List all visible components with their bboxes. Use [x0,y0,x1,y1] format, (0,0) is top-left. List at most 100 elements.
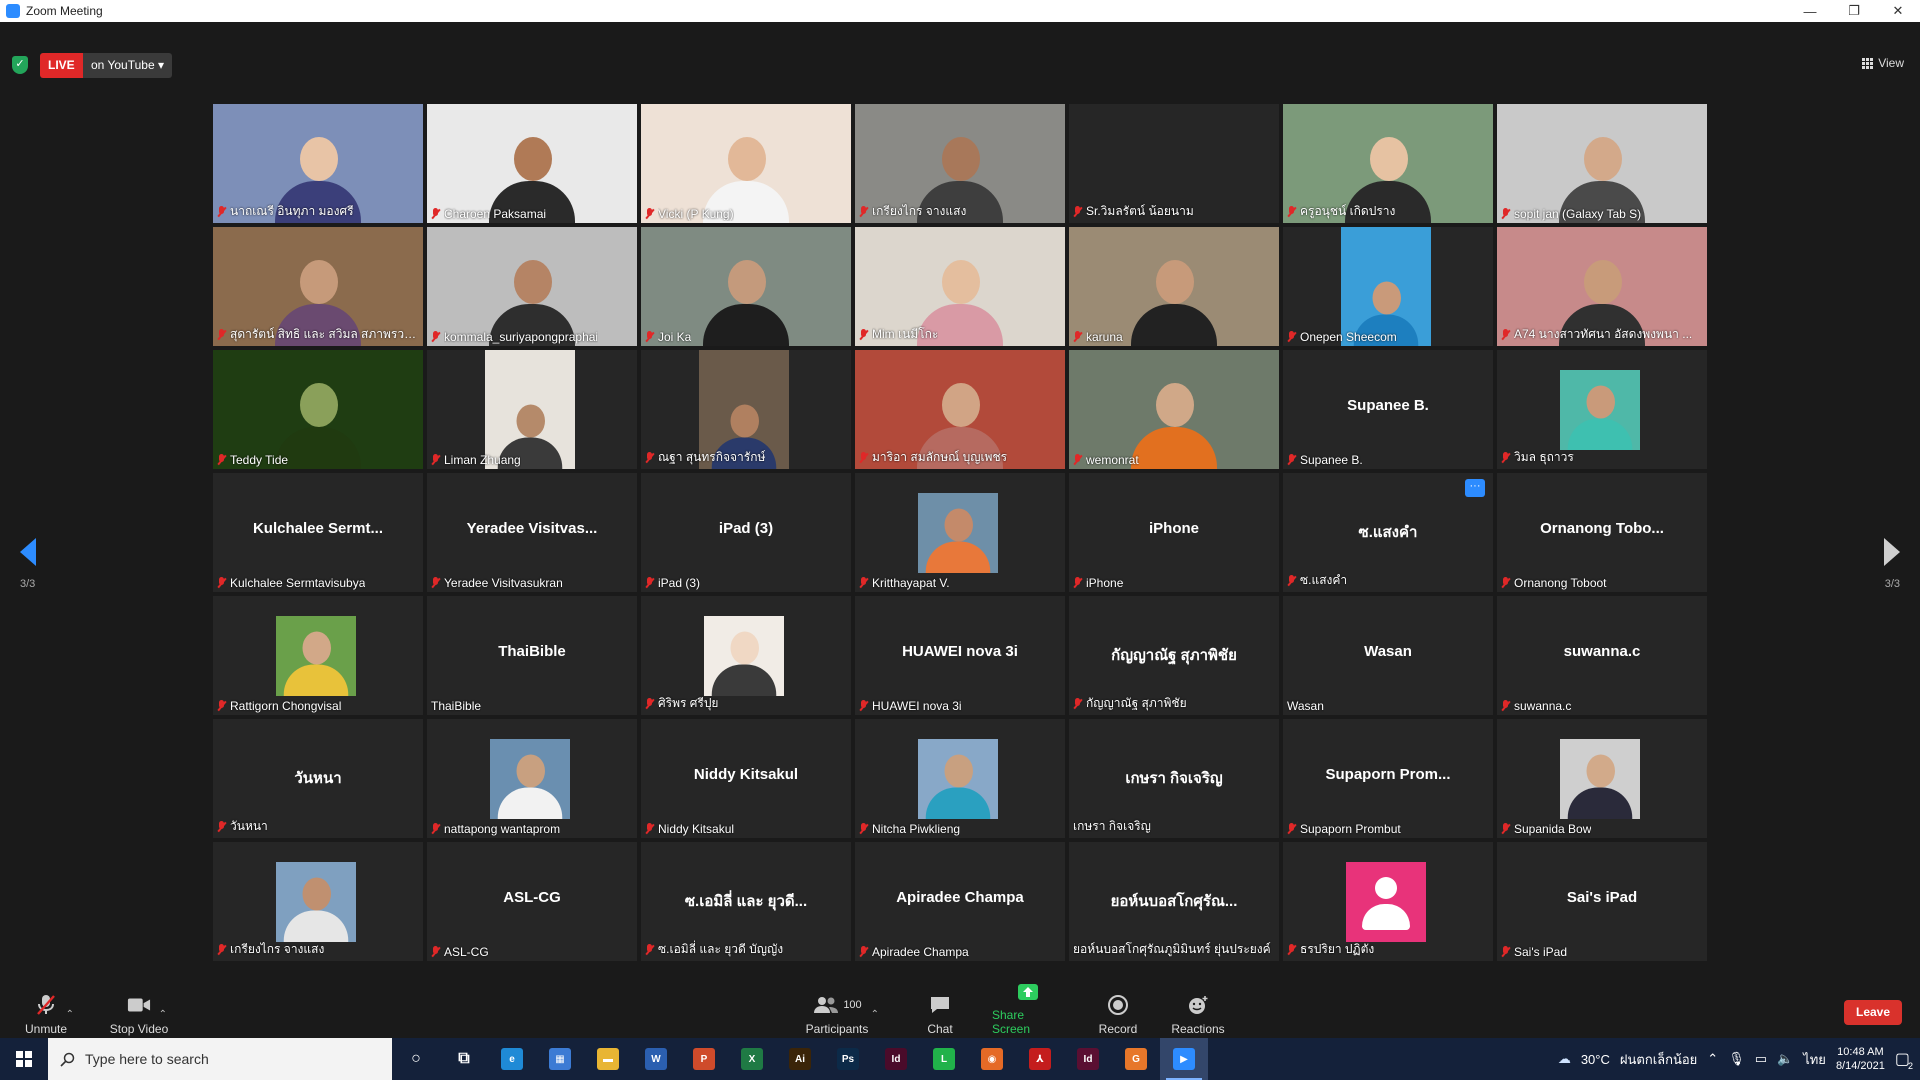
file-explorer-icon[interactable]: ▬ [584,1038,632,1080]
photoshop-icon[interactable]: Ps [824,1038,872,1080]
participant-tile[interactable]: ยอห์นบอสโกศุรัณ... ยอห์นบอสโกศุรัณภูมิมิน… [1069,842,1279,961]
close-button[interactable]: ✕ [1876,0,1920,22]
gfonts-icon[interactable]: G [1112,1038,1160,1080]
input-language[interactable]: ไทย [1803,1049,1826,1070]
weather-cloud-icon[interactable]: ☁ [1558,1051,1571,1067]
next-page-arrow-icon[interactable] [1884,538,1900,566]
calculator-icon[interactable]: ▦ [536,1038,584,1080]
participant-tile[interactable]: Ornanong Tobo... Ornanong Toboot [1497,473,1707,592]
notifications-icon[interactable]: ▢ 2 [1895,1049,1913,1071]
chat-button[interactable]: Chat [924,982,956,1036]
participant-tile[interactable]: Mim เนมีโกะ [855,227,1065,346]
participants-options-chevron-icon[interactable]: ⌃ [871,1009,879,1020]
previous-page-arrow-icon[interactable] [20,538,36,566]
task-view-icon[interactable]: ⧉ [440,1038,488,1080]
indesign-2-icon[interactable]: Id [1064,1038,1112,1080]
participant-tile[interactable]: Joi Ka [641,227,851,346]
participant-tile[interactable]: เกษรา กิจเจริญ เกษรา กิจเจริญ [1069,719,1279,838]
participant-tile[interactable]: มาริอา สมลักษณ์ บุญเพชร [855,350,1065,469]
participant-tile[interactable]: A74 นางสาวทัศนา อัสดงพงพนา ... [1497,227,1707,346]
participant-tile[interactable]: ThaiBible ThaiBible [427,596,637,715]
participant-tile[interactable]: วิมล ธุถาวร [1497,350,1707,469]
powerpoint-icon[interactable]: P [680,1038,728,1080]
stop-video-button[interactable]: ⌃ Stop Video [106,982,172,1036]
indesign-icon[interactable]: Id [872,1038,920,1080]
participant-tile[interactable]: วันหนา วันหนา [213,719,423,838]
participant-tile[interactable]: Sr.วิมลรัตน์ น้อยนาม [1069,104,1279,223]
participant-tile[interactable]: ธรปริยา ปฏิตัง [1283,842,1493,961]
participant-tile[interactable]: Kritthayapat V. [855,473,1065,592]
network-icon[interactable]: ▭ [1755,1051,1767,1067]
participant-tile[interactable]: ครูอนุชน์ เกิดปราง [1283,104,1493,223]
participant-tile[interactable]: Wasan Wasan [1283,596,1493,715]
participant-tile[interactable]: Rattigorn Chongvisal [213,596,423,715]
participant-tile[interactable]: Kulchalee Sermt... Kulchalee Sermtavisuby… [213,473,423,592]
participant-tile[interactable]: เกรียงไกร จางแสง [855,104,1065,223]
tray-overflow-chevron-icon[interactable]: ⌃ [1707,1051,1718,1067]
muted-mic-icon [431,946,440,958]
volume-icon[interactable]: 🔈 [1777,1051,1793,1067]
participant-tile[interactable]: กัญญาณัฐ สุภาพิชัย กัญญาณัฐ สุภาพิชัย [1069,596,1279,715]
minimize-button[interactable]: — [1788,0,1832,22]
participant-tile[interactable]: Vicki (P Kung) [641,104,851,223]
leave-meeting-button[interactable]: Leave [1844,1000,1902,1025]
microphone-tray-icon[interactable]: 🎙 [1728,1051,1745,1067]
participant-tile[interactable]: iPhone iPhone [1069,473,1279,592]
participant-tile[interactable]: Teddy Tide [213,350,423,469]
participant-tile[interactable]: kommala_suriyapongpraphai [427,227,637,346]
live-destination-button[interactable]: on YouTube ▾ [83,53,172,78]
windows-start-button[interactable] [0,1038,48,1080]
taskbar-search-box[interactable]: Type here to search [48,1038,392,1080]
participant-tile[interactable]: iPad (3) iPad (3) [641,473,851,592]
security-shield-icon[interactable]: ✓ [12,56,28,74]
unmute-button[interactable]: ⌃ Unmute [22,982,74,1036]
participant-tile[interactable]: sopit jan (Galaxy Tab S) [1497,104,1707,223]
participant-tile[interactable]: Supanida Bow [1497,719,1707,838]
cortana-icon[interactable]: ○ [392,1038,440,1080]
edge-icon[interactable]: e [488,1038,536,1080]
participant-tile[interactable]: ซ.แสงคำ ··· ซ.แสงคำ [1283,473,1493,592]
participant-tile[interactable]: ณฐา สุนทรกิจจารักษ์ [641,350,851,469]
taskbar-clock[interactable]: 10:48 AM 8/14/2021 [1836,1045,1885,1073]
tile-more-options-button[interactable]: ··· [1465,479,1485,497]
word-icon[interactable]: W [632,1038,680,1080]
illustrator-icon[interactable]: Ai [776,1038,824,1080]
record-button[interactable]: Record [1098,982,1138,1036]
participant-tile[interactable]: wemonrat [1069,350,1279,469]
excel-icon[interactable]: X [728,1038,776,1080]
participant-tile[interactable]: suwanna.c suwanna.c [1497,596,1707,715]
line-icon[interactable]: L [920,1038,968,1080]
participant-tile[interactable]: Nitcha Piwklieng [855,719,1065,838]
participant-tile[interactable]: เกรียงไกร จางแสง [213,842,423,961]
participant-tile[interactable]: Supanee B. Supanee B. [1283,350,1493,469]
firefox-icon[interactable]: ◉ [968,1038,1016,1080]
participant-tile[interactable]: ซ.เอมิลี่ และ ยุวดี... ซ.เอมิลี่ และ ยุวด… [641,842,851,961]
reactions-button[interactable]: Reactions [1170,982,1226,1036]
participants-button[interactable]: 100 ⌃ Participants [802,982,879,1036]
participant-tile[interactable]: Liman Zhuang [427,350,637,469]
participant-tile[interactable]: Niddy Kitsakul Niddy Kitsakul [641,719,851,838]
audio-options-chevron-icon[interactable]: ⌃ [66,1009,74,1020]
video-options-chevron-icon[interactable]: ⌃ [159,1009,167,1020]
participant-tile[interactable]: Sai's iPad Sai's iPad [1497,842,1707,961]
participant-tile[interactable]: karuna [1069,227,1279,346]
zoom-icon[interactable]: ▶ [1160,1038,1208,1080]
participant-tile[interactable]: HUAWEI nova 3i HUAWEI nova 3i [855,596,1065,715]
participant-tile[interactable]: Onepen Sheecom [1283,227,1493,346]
participant-tile[interactable]: สุดารัตน์ สิทธิ และ สวิมล สภาพรวดี... [213,227,423,346]
participant-tile[interactable]: Apiradee Champa Apiradee Champa [855,842,1065,961]
participant-tile[interactable]: นาถเณรี อินทุภา มองศรี [213,104,423,223]
participant-tile[interactable]: ASL-CG ASL-CG [427,842,637,961]
acrobat-icon[interactable]: ⅄ [1016,1038,1064,1080]
participant-tile[interactable]: Yeradee Visitvas... Yeradee Visitvasukran [427,473,637,592]
weather-description[interactable]: ฝนตกเล็กน้อย [1620,1049,1697,1070]
participant-tile[interactable]: ศิริพร ศรีปุย [641,596,851,715]
participant-tile[interactable]: Supaporn Prom... Supaporn Prombut [1283,719,1493,838]
weather-temperature[interactable]: 30°C [1581,1052,1610,1067]
view-button[interactable]: View [1862,56,1904,70]
live-badge[interactable]: LIVE [40,53,83,78]
restore-button[interactable]: ❐ [1832,0,1876,22]
participant-tile[interactable]: nattapong wantaprom [427,719,637,838]
participant-tile[interactable]: Charoen Paksamai [427,104,637,223]
share-screen-button[interactable]: Share Screen [992,982,1064,1036]
